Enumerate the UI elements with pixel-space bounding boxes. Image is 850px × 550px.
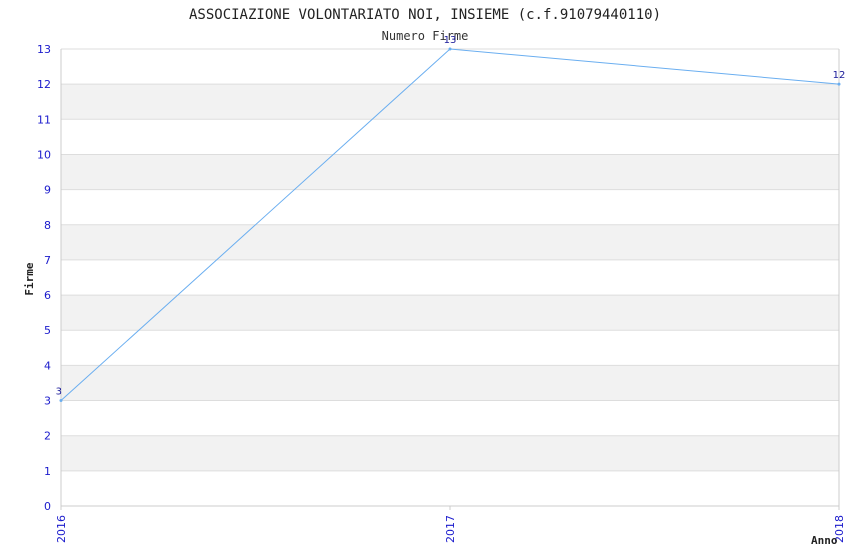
- plot-band: [61, 400, 839, 436]
- y-tick-label: 10: [37, 148, 51, 161]
- plot-band: [61, 119, 839, 155]
- plot-band: [61, 154, 839, 190]
- x-axis-ticks: 2016 2017 2018: [55, 506, 846, 543]
- data-point: [837, 82, 841, 86]
- y-tick-label: 9: [44, 184, 51, 197]
- x-tick-label: 2017: [444, 515, 457, 543]
- y-tick-label: 11: [37, 113, 51, 126]
- plot-band: [61, 295, 839, 331]
- data-point: [448, 47, 452, 51]
- x-tick-label: 2016: [55, 515, 68, 543]
- chart-title: ASSOCIAZIONE VOLONTARIATO NOI, INSIEME (…: [189, 7, 661, 23]
- y-tick-label: 6: [44, 289, 51, 302]
- data-label: 3: [56, 387, 62, 398]
- plot-band: [61, 365, 839, 401]
- chart: ASSOCIAZIONE VOLONTARIATO NOI, INSIEME (…: [23, 7, 846, 547]
- data-label: 13: [444, 35, 457, 46]
- y-tick-label: 3: [44, 395, 51, 408]
- y-axis-ticks: 012345678910111213: [37, 43, 51, 513]
- y-tick-label: 5: [44, 324, 51, 337]
- y-tick-label: 7: [44, 254, 51, 267]
- plot-band: [61, 84, 839, 120]
- plot-band: [61, 189, 839, 225]
- plot-band: [61, 224, 839, 260]
- y-tick-label: 1: [44, 465, 51, 478]
- y-tick-label: 0: [44, 500, 51, 513]
- data-point: [59, 399, 63, 403]
- y-tick-label: 4: [44, 359, 51, 372]
- plot-band: [61, 470, 839, 506]
- data-label: 12: [833, 70, 846, 81]
- plot-background: [61, 49, 839, 506]
- x-axis-label: Anno: [811, 534, 838, 547]
- y-tick-label: 12: [37, 78, 51, 91]
- y-axis-label: Firme: [23, 262, 36, 295]
- plot-band: [61, 435, 839, 471]
- y-tick-label: 13: [37, 43, 51, 56]
- y-tick-label: 8: [44, 219, 51, 232]
- plot-band: [61, 49, 839, 85]
- y-tick-label: 2: [44, 430, 51, 443]
- plot-band: [61, 259, 839, 296]
- plot-band: [61, 330, 839, 366]
